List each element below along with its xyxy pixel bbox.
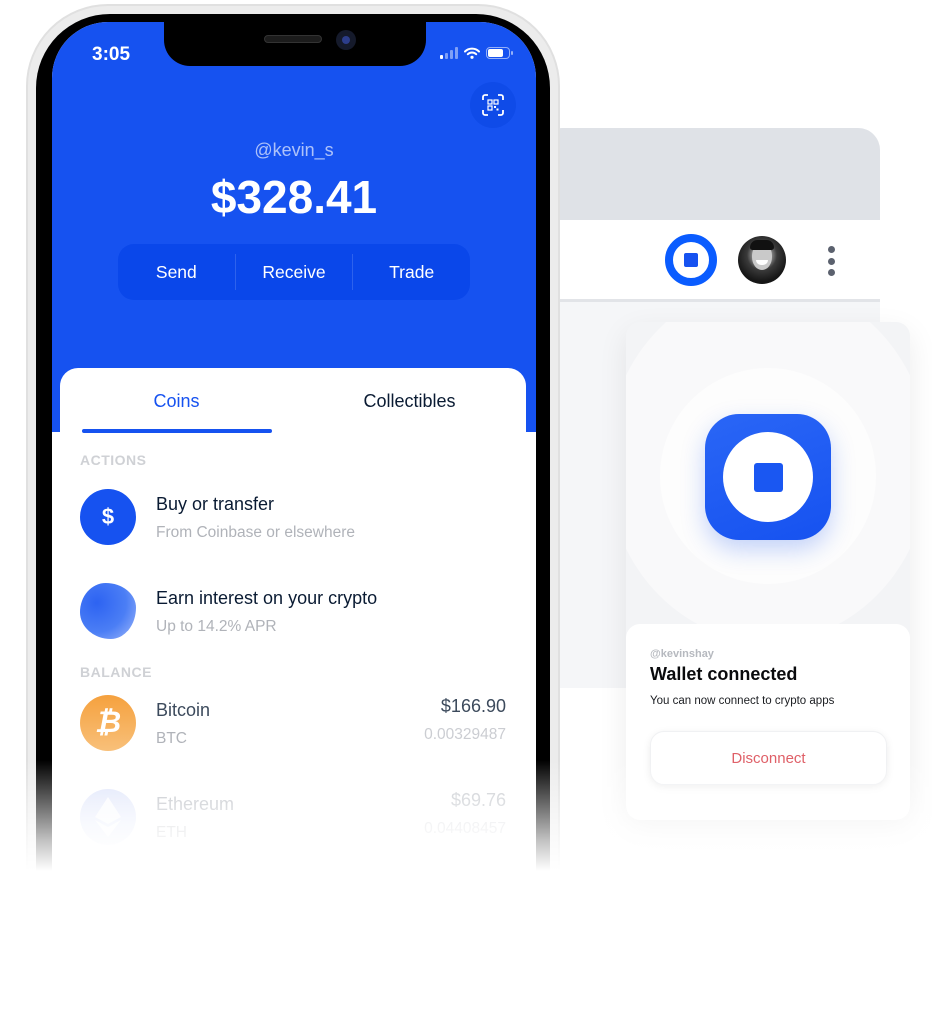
section-actions-label: ACTIONS [80,452,147,468]
tab-coins[interactable]: Coins [60,368,293,434]
wallet-content-sheet: Coins Collectibles ACTIONS $ Buy or tran… [60,368,526,922]
logo-square [753,462,783,492]
active-tab-indicator [82,429,272,433]
wallet-username: @kevin_s [254,140,334,160]
wallet-square-glyph [684,253,698,267]
disconnect-button[interactable]: Disconnect [650,731,887,785]
browser-tab-bar [540,128,880,220]
bitcoin-icon: ₿ [80,695,136,751]
send-button[interactable]: Send [118,244,235,300]
action-buy-transfer[interactable]: $ Buy or transfer From Coinbase or elsew… [60,470,526,564]
asset-symbol: ETH [156,824,187,841]
connection-subtitle: You can now connect to crypto apps [650,695,835,707]
phone-notch [164,22,426,66]
coinbase-wallet-extension-icon[interactable] [665,234,717,286]
asset-row-bitcoin[interactable]: ₿ Bitcoin BTC $166.90 0.00329487 [60,676,526,770]
action-subtitle: Up to 14.2% APR [156,618,277,635]
asset-row-ethereum[interactable]: Ethereum ETH $69.76 0.04408457 [60,770,526,864]
asset-value: $69.76 [450,790,506,810]
qr-scan-icon [482,94,504,116]
speaker [264,35,322,43]
qr-scan-button[interactable] [470,82,516,128]
battery-level [488,49,503,57]
trade-button[interactable]: Trade [353,244,470,300]
connected-username: @kevinshay [650,648,714,660]
wallet-extension-popup: @kevinshay Wallet connected You can now … [626,322,910,820]
coinbase-wallet-logo [705,414,831,540]
asset-amount: 0.04408457 [424,820,506,837]
front-camera [336,30,356,50]
browser-toolbar [540,220,880,302]
logo-circle [723,432,813,522]
connection-card: @kevinshay Wallet connected You can now … [626,624,910,820]
asset-amount: 0.00329487 [424,726,506,743]
avatar-hair [750,240,774,250]
status-icons [440,47,513,59]
phone-screen: 3:05 @kevin_s $328.41 Send Receive Trade… [52,22,536,922]
wallet-action-bar: Send Receive Trade [118,244,470,300]
status-time: 3:05 [92,44,131,65]
ethereum-icon [80,789,136,845]
action-title: Buy or transfer [156,494,275,514]
tab-collectibles[interactable]: Collectibles [293,368,526,434]
dollar-icon: $ [80,489,136,545]
earn-blob-icon [80,583,136,639]
kebab-menu-icon[interactable] [826,246,836,276]
asset-value: $166.90 [440,696,506,716]
asset-symbol: BTC [156,730,187,747]
signal-icon [440,47,458,59]
connection-title: Wallet connected [650,664,798,684]
wifi-icon [464,47,480,59]
wallet-balance: $328.41 [210,171,378,223]
asset-name: Ethereum [156,794,235,814]
receive-button[interactable]: Receive [236,244,353,300]
user-avatar[interactable] [738,236,786,284]
wallet-tabs: Coins Collectibles [60,368,526,434]
battery-icon [486,47,513,59]
asset-name: Bitcoin [156,700,211,720]
action-earn-interest[interactable]: Earn interest on your crypto Up to 14.2%… [60,564,526,658]
action-title: Earn interest on your crypto [156,588,378,608]
action-subtitle: From Coinbase or elsewhere [156,524,356,541]
